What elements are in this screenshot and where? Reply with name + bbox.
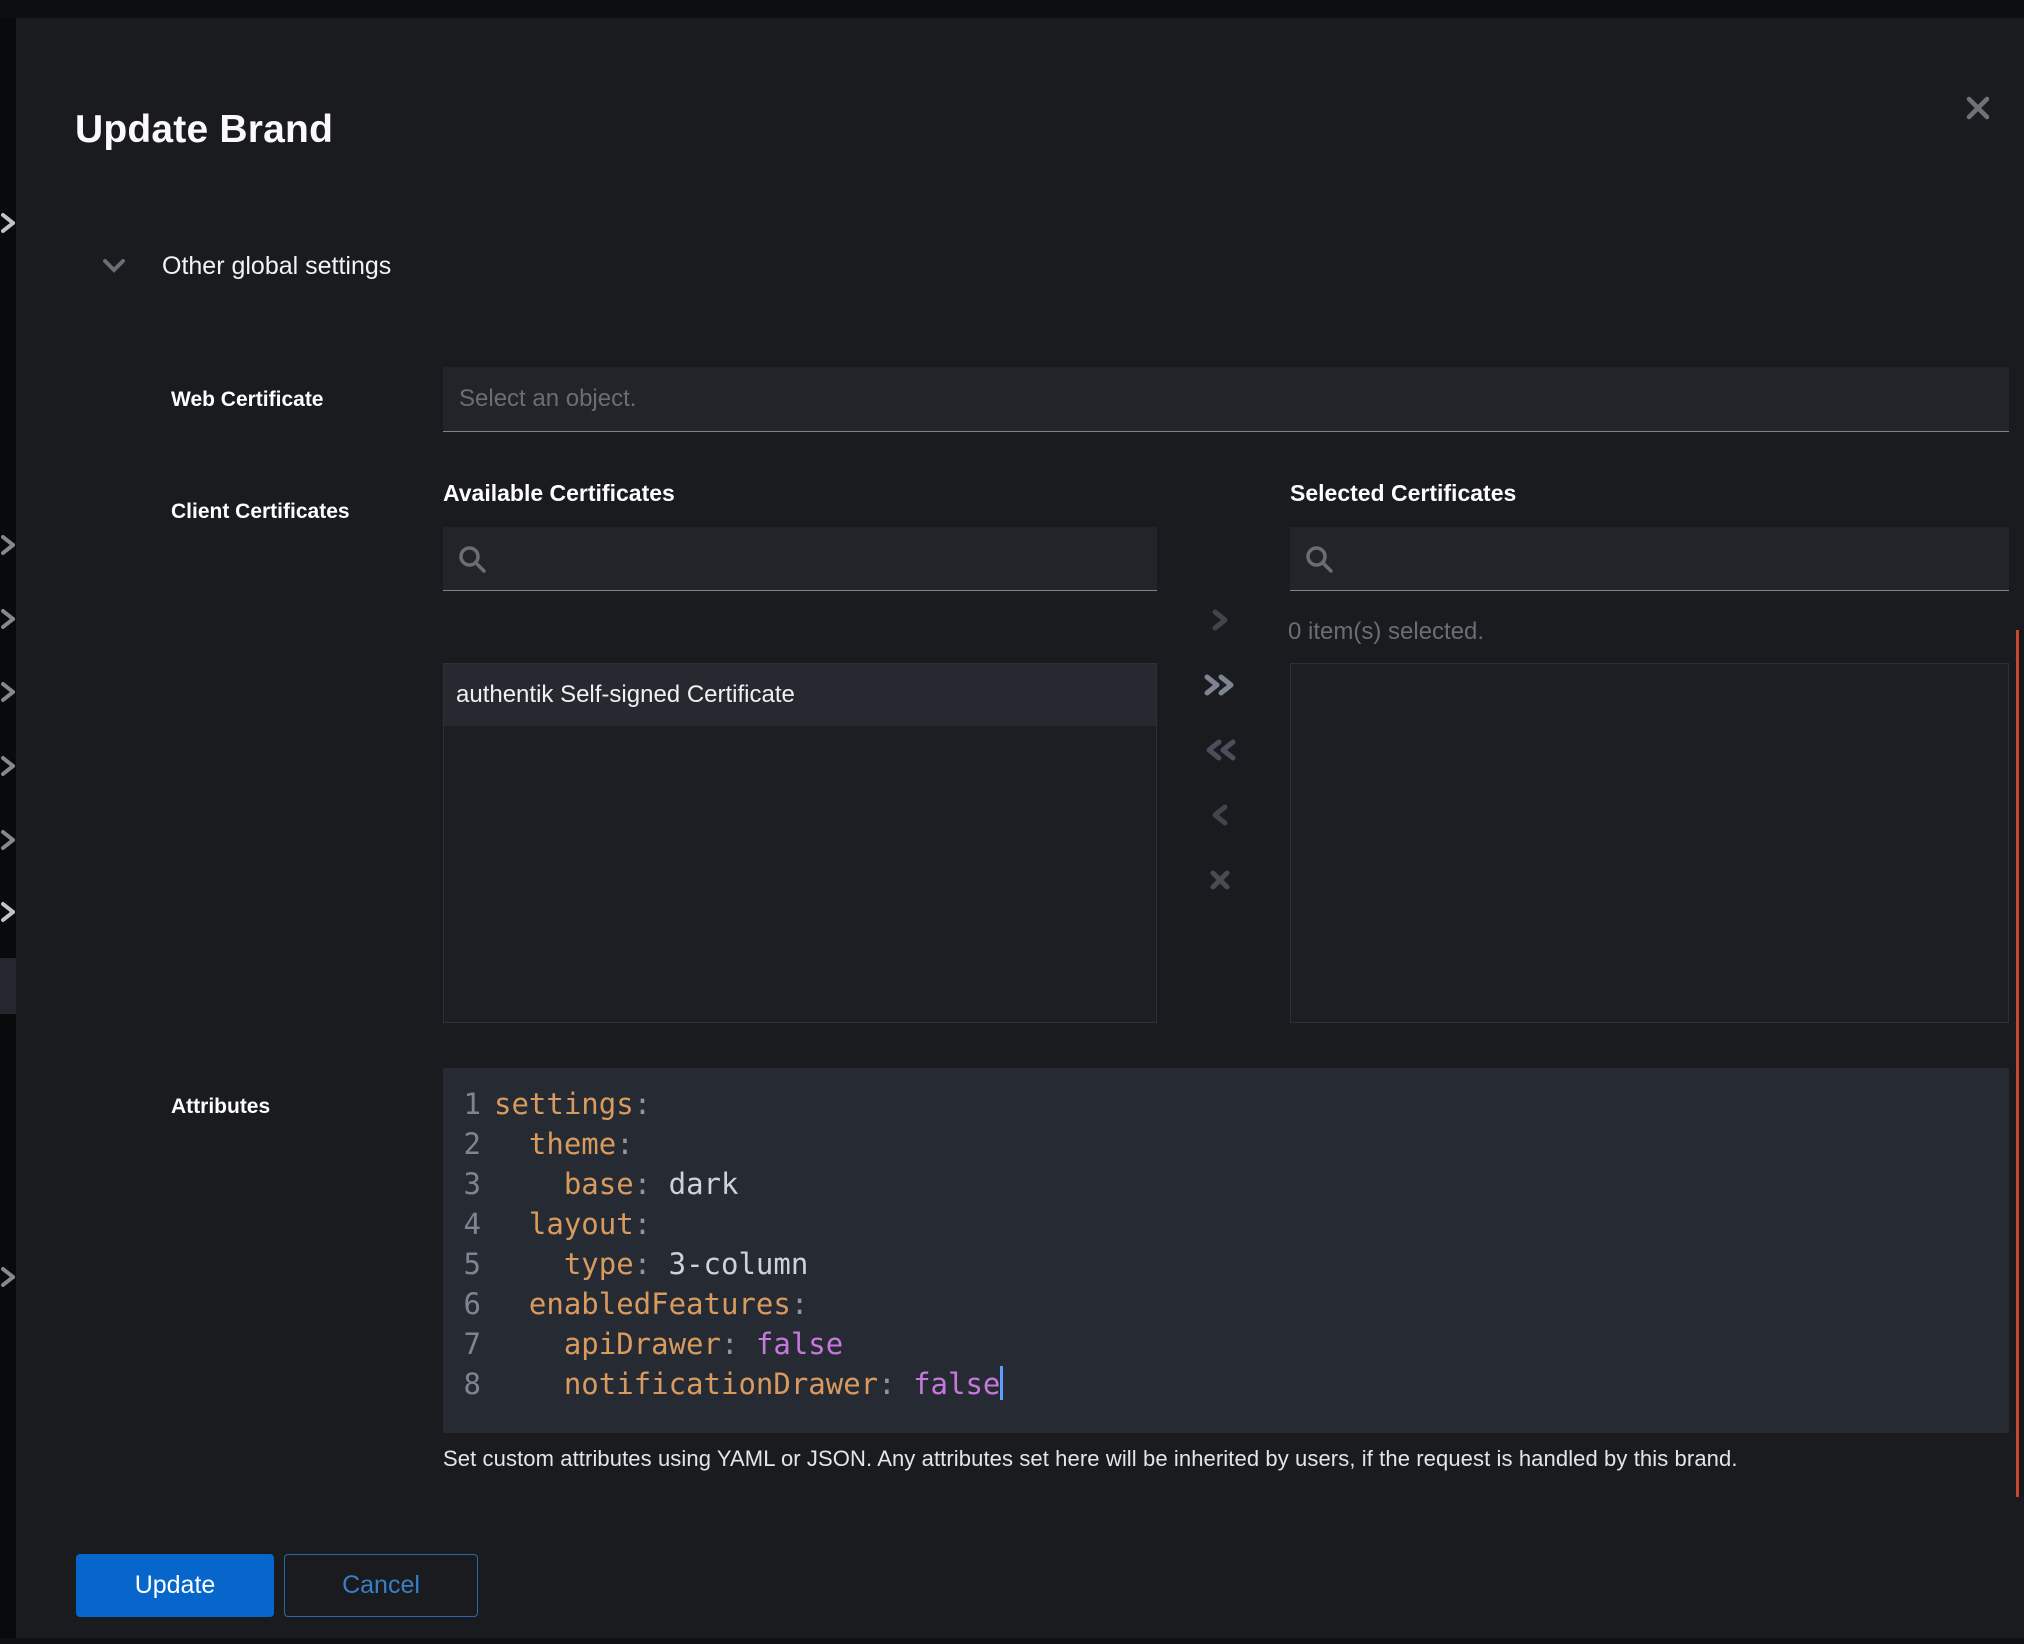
selected-count-status: 0 item(s) selected. xyxy=(1288,618,1484,646)
text-cursor xyxy=(1000,1366,1003,1400)
web-certificate-input[interactable] xyxy=(443,367,2009,432)
sidebar-expand-chevron-icon[interactable] xyxy=(1,899,16,925)
list-item[interactable]: authentik Self-signed Certificate xyxy=(444,664,1156,726)
web-certificate-label: Web Certificate xyxy=(171,388,324,412)
modal-title: Update Brand xyxy=(75,108,333,152)
code-line: 4 layout: xyxy=(443,1204,2009,1244)
update-button[interactable]: Update xyxy=(76,1554,274,1617)
cancel-button[interactable]: Cancel xyxy=(284,1554,478,1617)
transfer-add-button[interactable] xyxy=(1194,595,1246,644)
top-bar xyxy=(0,0,2024,18)
code-line: 3 base: dark xyxy=(443,1164,2009,1204)
client-certificates-label: Client Certificates xyxy=(171,500,350,524)
dual-list-controls xyxy=(1194,595,1246,920)
attributes-help-text: Set custom attributes using YAML or JSON… xyxy=(443,1446,2003,1472)
transfer-remove-button[interactable] xyxy=(1194,790,1246,839)
code-line: 1settings: xyxy=(443,1084,2009,1124)
sidebar-expand-chevron-icon[interactable] xyxy=(1,679,16,705)
search-icon xyxy=(1304,544,1334,574)
drawer-edge-accent xyxy=(2016,630,2019,1497)
chevron-left-icon xyxy=(1209,803,1231,827)
close-button[interactable] xyxy=(1954,84,2002,132)
update-brand-page: { "header": { "title": "Update Brand" },… xyxy=(0,0,2024,1644)
sidebar-expand-chevron-icon[interactable] xyxy=(1,1264,16,1290)
other-global-settings-toggle[interactable]: Other global settings xyxy=(102,244,391,288)
code-line: 7 apiDrawer: false xyxy=(443,1324,2009,1364)
code-line: 5 type: 3-column xyxy=(443,1244,2009,1284)
available-search-box xyxy=(443,527,1157,591)
available-search-input[interactable] xyxy=(499,526,1157,591)
available-certificates-list[interactable]: authentik Self-signed Certificate xyxy=(443,663,1157,1023)
attributes-code-editor[interactable]: 1settings:2 theme:3 base: dark4 layout:5… xyxy=(443,1068,2009,1433)
double-chevron-left-icon xyxy=(1203,738,1237,762)
sidebar-expand-chevron-icon[interactable] xyxy=(1,532,16,558)
times-icon xyxy=(1208,868,1232,892)
available-certificates-heading: Available Certificates xyxy=(443,480,675,507)
sidebar-expand-chevron-icon[interactable] xyxy=(1,753,16,779)
double-chevron-right-icon xyxy=(1203,673,1237,697)
sidebar-active-item[interactable] xyxy=(0,958,16,1014)
sidebar-expand-chevron-icon[interactable] xyxy=(1,210,16,236)
search-icon xyxy=(457,544,487,574)
selected-search-box xyxy=(1290,527,2009,591)
transfer-remove-all-button[interactable] xyxy=(1194,725,1246,774)
update-brand-modal: Update Brand Other global settings Web C… xyxy=(16,18,2024,1638)
chevron-right-icon xyxy=(1209,608,1231,632)
selected-certificates-heading: Selected Certificates xyxy=(1290,480,1516,507)
code-line: 8 notificationDrawer: false xyxy=(443,1364,2009,1404)
transfer-clear-button[interactable] xyxy=(1194,855,1246,904)
code-line: 2 theme: xyxy=(443,1124,2009,1164)
selected-certificates-list[interactable] xyxy=(1290,663,2009,1023)
sidebar-expand-chevron-icon[interactable] xyxy=(1,606,16,632)
attributes-code-lines: 1settings:2 theme:3 base: dark4 layout:5… xyxy=(443,1084,2009,1404)
drawer-background xyxy=(2019,630,2024,1497)
section-toggle-label: Other global settings xyxy=(162,252,391,281)
sidebar-sliver xyxy=(0,18,16,1644)
sidebar-expand-chevron-icon[interactable] xyxy=(1,827,16,853)
chevron-down-icon xyxy=(102,258,126,274)
bottom-band xyxy=(0,1638,2024,1644)
close-icon xyxy=(1964,94,1992,122)
code-line: 6 enabledFeatures: xyxy=(443,1284,2009,1324)
selected-search-input[interactable] xyxy=(1346,526,2009,591)
transfer-add-all-button[interactable] xyxy=(1194,660,1246,709)
attributes-label: Attributes xyxy=(171,1095,270,1119)
